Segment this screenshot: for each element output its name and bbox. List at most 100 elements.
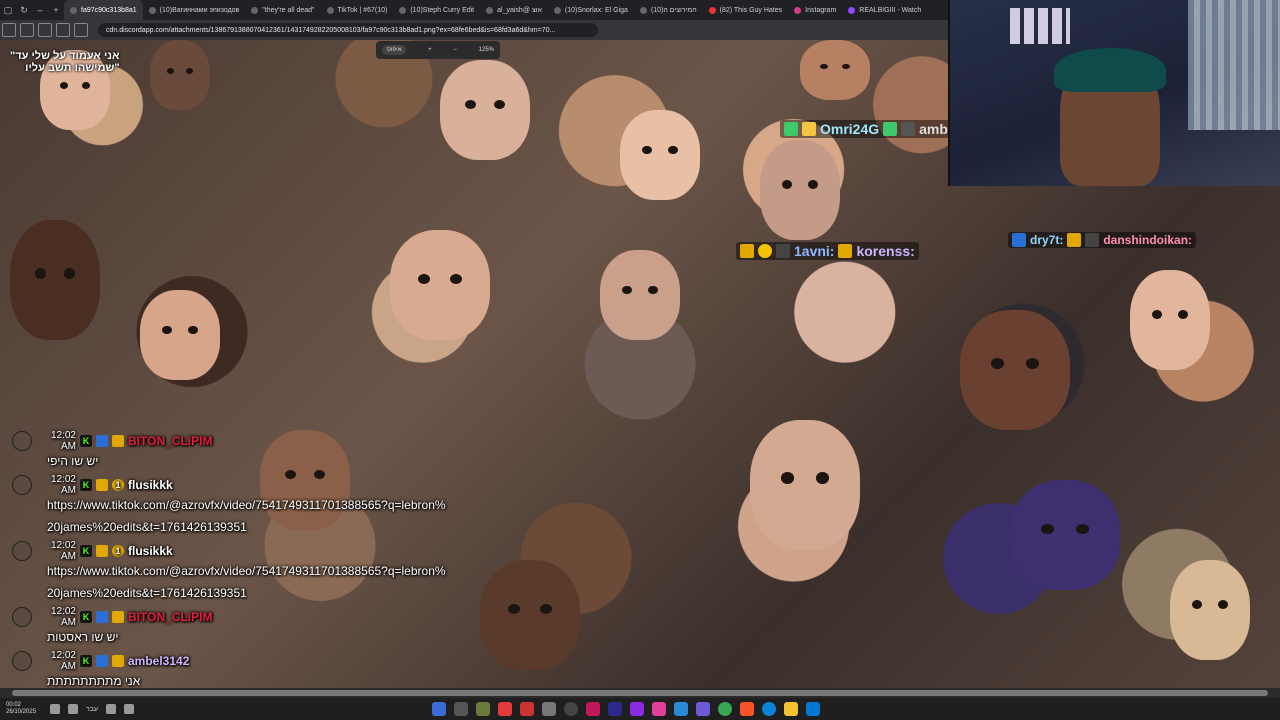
reload-icon[interactable]: ↻ (16, 0, 32, 20)
taskbar-clock[interactable]: 00:02 26/10/2025 (0, 702, 40, 716)
badge-one-icon: 1 (112, 545, 124, 557)
meme-caption: אני אעמוד על שלי עד" "שמישהו תשב עליו (10, 50, 120, 74)
hexagon-lights (1010, 8, 1070, 44)
chat-time: 12:02 AM (50, 430, 76, 452)
app-icon[interactable] (564, 702, 578, 716)
address-bar[interactable]: cdn.discordapp.com/attachments/138679138… (98, 23, 598, 37)
tab-label: "they're all dead" (262, 6, 315, 14)
music-icon[interactable] (56, 23, 70, 37)
app-icon[interactable] (498, 702, 512, 716)
tab-2[interactable]: "they're all dead" (245, 0, 320, 20)
chat-username: ambel3142 (128, 654, 190, 668)
collage-face (600, 250, 680, 340)
tab-5[interactable]: al_yaish@ אוצ (480, 0, 548, 20)
chrome-icon[interactable] (718, 702, 732, 716)
zoom-out-button[interactable]: − (453, 47, 457, 53)
chat-username: flusikkk (128, 478, 173, 492)
app-icon[interactable] (542, 702, 556, 716)
tab-discord-image[interactable]: fa97c90c313b8a1 (64, 0, 143, 20)
tab-label: REALBIGIII - Watch (859, 6, 922, 14)
chat-link[interactable]: https://www.tiktok.com/@azrovfx/video/75… (12, 560, 452, 604)
favicon-icon (148, 6, 156, 14)
new-tab-icon[interactable]: + (48, 0, 64, 20)
app-icon[interactable] (608, 702, 622, 716)
emote-label-dry: dry7t: danshindoikan: (1008, 232, 1197, 248)
app-icon[interactable] (520, 702, 534, 716)
collage-face (1010, 480, 1120, 590)
tab-3[interactable]: TikTok | #67(10) (321, 0, 394, 20)
app-icon[interactable] (432, 702, 446, 716)
minimize-icon[interactable]: – (32, 0, 48, 20)
collage-face (1130, 270, 1210, 370)
tab-8[interactable]: (82) This Guy Hates (703, 0, 789, 20)
battery-icon[interactable] (106, 704, 117, 714)
tab-label: (10)Snorlax: El Giga (564, 6, 628, 14)
emote-label-omri: Omri24G amb (780, 120, 952, 138)
username: dry7t: (1030, 233, 1064, 247)
tab-label: Instagram (805, 6, 837, 14)
app-icon[interactable] (696, 702, 710, 716)
scrollbar-thumb[interactable] (12, 690, 1268, 696)
collage-face (480, 560, 580, 670)
username: 1avni: (794, 243, 835, 259)
tab-7[interactable]: (10)המירוצים ה (634, 0, 703, 20)
app-icon[interactable] (652, 702, 666, 716)
collage-face (800, 40, 870, 100)
caption-line: "שמישהו תשב עליו (25, 62, 120, 74)
tab-6[interactable]: (10)Snorlax: El Giga (548, 0, 634, 20)
network-icon[interactable] (68, 704, 78, 714)
collage-face (620, 110, 700, 200)
instagram-icon (794, 6, 802, 14)
tab-1[interactable]: (10)Вагиннами эпизодов (143, 0, 246, 20)
zoom-reset-button[interactable]: איפוס (382, 45, 407, 55)
collage-face (140, 290, 220, 380)
volume-icon[interactable] (50, 704, 60, 714)
tab-actions-icon[interactable]: ▢ (0, 0, 16, 20)
language-indicator[interactable]: עבר (86, 706, 98, 713)
chat-link[interactable]: https://www.tiktok.com/@azrovfx/video/75… (12, 494, 452, 538)
clock-time: 00:02 (6, 702, 22, 708)
zoom-level: 125% (478, 47, 494, 53)
avatar (12, 431, 32, 451)
workspaces-icon[interactable] (20, 23, 34, 37)
chat-message: 12:02 AM K ambel3142 אני מתתתתתתתת (12, 650, 452, 692)
badge-one-icon: 1 (112, 479, 124, 491)
favicon-icon (486, 6, 494, 14)
kick-badge-icon: K (80, 479, 92, 491)
collections-icon[interactable] (38, 23, 52, 37)
zoom-in-button[interactable]: + (428, 47, 432, 53)
tray-overflow-icon[interactable] (124, 704, 135, 714)
windows-start-icon[interactable] (806, 702, 820, 716)
horizontal-scrollbar[interactable] (0, 688, 1280, 698)
screenshot-icon[interactable] (74, 23, 88, 37)
chat-time: 12:02 AM (50, 606, 76, 628)
chat-username: BITON_CLIPIM (128, 610, 213, 624)
chat-message: 12:02 AM K BITON_CLIPIM יש שו ראסטות (12, 606, 452, 648)
tab-4[interactable]: (10)Steph Curry Edit (393, 0, 480, 20)
taskbar-apps (432, 702, 820, 716)
favicon-icon (326, 6, 334, 14)
tab-label: (10)Вагиннами эпизодов (159, 6, 240, 14)
tab-label: (82) This Guy Hates (719, 6, 783, 14)
app-icon[interactable] (454, 702, 468, 716)
tab-10[interactable]: REALBIGIII - Watch (842, 0, 927, 20)
app-icon[interactable] (630, 702, 644, 716)
tab-9[interactable]: Instagram (788, 0, 842, 20)
avatar (12, 607, 32, 627)
edge-icon[interactable] (762, 702, 776, 716)
tab-label: (10)Steph Curry Edit (410, 6, 475, 14)
browser-tab-strip: ▢ ↻ – + fa97c90c313b8a1 (10)Вагиннами эп… (0, 0, 950, 20)
crown-icon (740, 244, 754, 258)
sidebar-icon[interactable] (2, 23, 16, 37)
folder-icon[interactable] (784, 702, 798, 716)
app-icon[interactable] (674, 702, 688, 716)
crown-badge-icon (112, 655, 124, 667)
avatar (12, 651, 32, 671)
app-icon[interactable] (476, 702, 490, 716)
sub-icon (1012, 233, 1026, 247)
brave-icon[interactable] (740, 702, 754, 716)
app-icon[interactable] (586, 702, 600, 716)
zoom-popup: איפוס + − 125% (376, 41, 500, 59)
emote-icon (776, 244, 790, 258)
crown-icon (1067, 233, 1082, 247)
